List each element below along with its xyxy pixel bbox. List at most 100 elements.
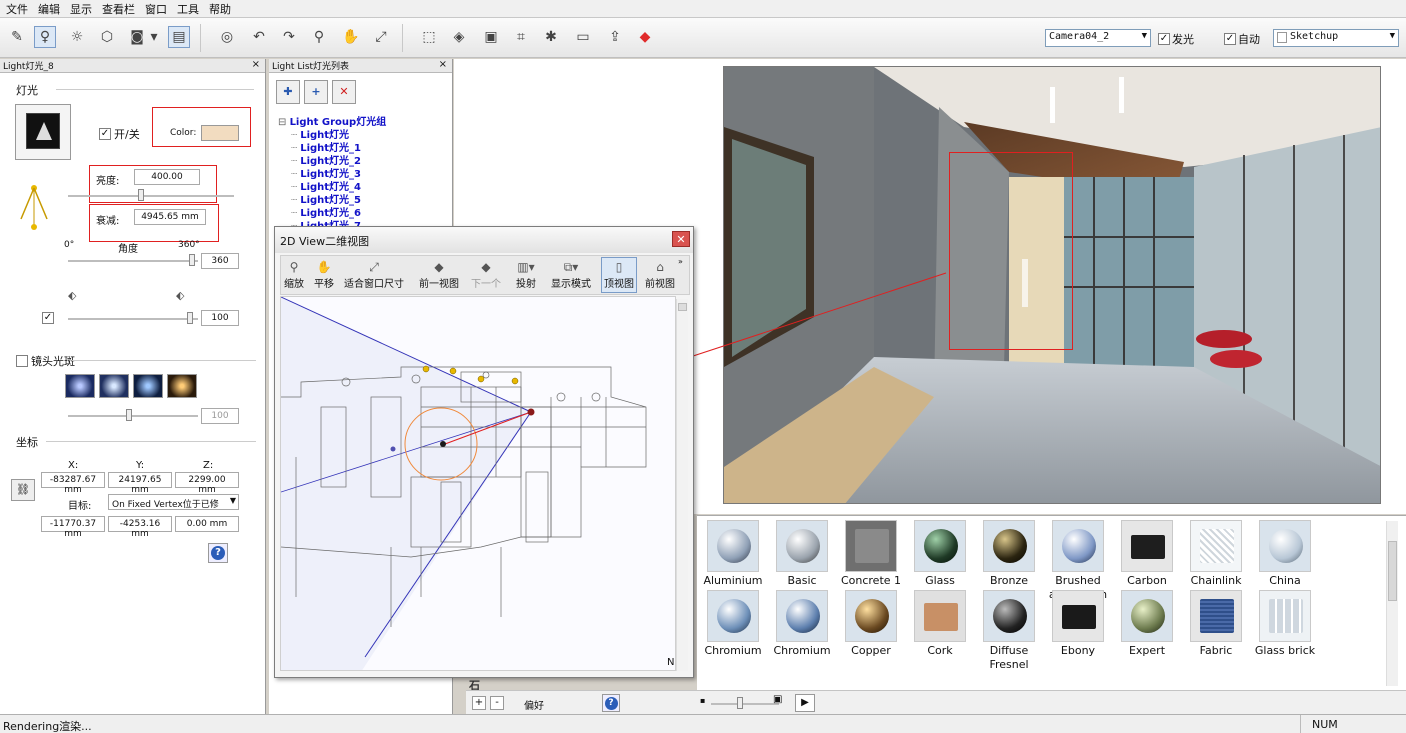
close-icon[interactable]: ✕ [672,231,690,247]
lens-flare-slider[interactable] [68,415,198,417]
target-x-input[interactable]: -11770.37 mm [41,516,105,539]
sun-icon[interactable]: ☼ [66,26,88,48]
frame-icon[interactable]: ⬚ [418,26,440,48]
camera-select[interactable]: Camera04_2 ▼ [1045,29,1151,47]
light-bulb-icon[interactable]: ♀ [34,26,56,48]
zoom-icon[interactable]: ⚲ [308,26,330,48]
close-icon[interactable]: × [439,59,447,70]
target-z-input[interactable]: 0.00 mm [175,516,239,532]
menu-view-bar[interactable]: 查看栏 [102,1,135,17]
angle-slider-thumb[interactable] [189,254,195,266]
zoom-button[interactable]: ⚲ 缩放 [284,260,304,290]
minus-icon[interactable]: - [490,696,504,710]
falloff-slider[interactable] [68,318,198,320]
pan-icon[interactable]: ✋ [340,26,362,48]
close-icon[interactable]: × [252,59,260,70]
add-icon[interactable]: + [472,696,486,710]
orbit-icon[interactable]: ◎ [216,26,238,48]
glow-checkbox[interactable]: ✓ 发光 [1158,31,1194,47]
lock-icon[interactable]: ⛓ [11,479,35,501]
material-china[interactable]: China [1253,520,1317,588]
settings-icon[interactable]: ✱ [540,26,562,48]
previous-view-button[interactable]: ◆ 前一视图 [419,260,459,290]
next-view-button[interactable]: ◆ 下一个 [471,260,501,290]
menu-window[interactable]: 窗口 [145,1,167,17]
help-button[interactable]: ? [602,694,620,712]
play-icon[interactable]: ▶ [795,694,815,712]
render-preview[interactable] [723,66,1381,504]
logo-icon[interactable]: ◆ [634,26,656,48]
angle-slider[interactable] [68,260,198,262]
crop-icon[interactable]: ⌗ [510,26,532,48]
light-type-button[interactable] [15,104,71,160]
display-mode-button[interactable]: ⧉▾ 显示模式 [551,260,591,290]
menu-edit[interactable]: 编辑 [38,1,60,17]
color-swatch[interactable] [201,125,239,141]
lens-flare-checkbox[interactable]: 镜头光斑 [16,353,75,369]
fit-window-button[interactable]: ⤢ 适合窗口尺寸 [344,260,404,290]
object-icon[interactable]: ⬡ [96,26,118,48]
panel-icon[interactable]: ▤ [168,26,190,48]
y-input[interactable]: 24197.65 mm [108,472,172,495]
menu-help[interactable]: 帮助 [209,1,231,17]
material-fabric[interactable]: Fabric [1184,590,1248,658]
material-concrete[interactable]: Concrete 1 [839,520,903,588]
more-icon[interactable]: » [678,257,683,266]
falloff-input[interactable]: 100 [201,310,239,326]
onoff-checkbox[interactable]: ✓ 开/关 [99,126,140,142]
target-y-input[interactable]: -4253.16 mm [108,516,172,539]
material-chromium-1[interactable]: Chromium [701,590,765,658]
add-light-icon[interactable]: + [304,80,328,104]
target-select[interactable]: On Fixed Vertex位于已修 ▼ [108,494,239,510]
material-copper[interactable]: Copper [839,590,903,658]
falloff-slider-thumb[interactable] [187,312,193,324]
export-icon[interactable]: ⇪ [604,26,626,48]
thumbnail-size-thumb[interactable] [737,697,743,709]
vertical-scrollbar[interactable] [676,299,688,671]
material-cork[interactable]: Cork [908,590,972,658]
lens-flare-slider-thumb[interactable] [126,409,132,421]
2d-canvas[interactable] [280,296,676,671]
material-diffuse-fresnel[interactable]: Diffuse Fresnel [977,590,1041,672]
projection-button[interactable]: ▥▾ 投射 [516,260,536,290]
material-chromium-2[interactable]: Chromium [770,590,834,658]
menu-file[interactable]: 文件 [6,1,28,17]
materials-scrollbar[interactable] [1386,521,1398,686]
material-aluminium[interactable]: Aluminium [701,520,765,588]
material-expert[interactable]: Expert [1115,590,1179,658]
add-group-icon[interactable]: ✚ [276,80,300,104]
falloff-checkbox[interactable]: ✓ [42,312,54,324]
material-ebony[interactable]: Ebony [1046,590,1110,658]
material-carbon[interactable]: Carbon [1115,520,1179,588]
help-button[interactable]: ? [208,543,228,563]
screen-icon[interactable]: ▭ [572,26,594,48]
auto-checkbox[interactable]: ✓ 自动 [1224,31,1260,47]
flare-preset-1[interactable] [65,374,95,398]
flare-preset-4[interactable] [167,374,197,398]
style-select[interactable]: Sketchup ▼ [1273,29,1399,47]
attenuation-input[interactable]: 4945.65 mm [134,209,206,225]
front-view-button[interactable]: ⌂ 前视图 [645,260,675,290]
angle-input[interactable]: 360 [201,253,239,269]
material-icon[interactable]: ◈ [448,26,470,48]
fit-icon[interactable]: ⤢ [370,26,392,48]
z-input[interactable]: 2299.00 mm [175,472,239,495]
delete-light-icon[interactable]: ✕ [332,80,356,104]
menu-tools[interactable]: 工具 [177,1,199,17]
material-basic[interactable]: Basic [770,520,834,588]
material-glass-brick[interactable]: Glass brick [1253,590,1317,658]
top-view-button[interactable]: ▯ 顶视图 [601,257,637,293]
brightness-slider[interactable] [68,195,234,197]
camera-dropdown-icon[interactable]: ▾ [148,26,160,48]
flare-preset-3[interactable] [133,374,163,398]
menu-display[interactable]: 显示 [70,1,92,17]
image-icon[interactable]: ▣ [480,26,502,48]
thumbnail-size-slider[interactable] [711,703,779,705]
camera-icon[interactable]: ◙ [126,26,148,48]
pan-button[interactable]: ✋ 平移 [314,260,334,290]
paint-icon[interactable]: ✎ [6,26,28,48]
flare-preset-2[interactable] [99,374,129,398]
redo-icon[interactable]: ↷ [278,26,300,48]
brightness-input[interactable]: 400.00 [134,169,200,185]
undo-icon[interactable]: ↶ [248,26,270,48]
